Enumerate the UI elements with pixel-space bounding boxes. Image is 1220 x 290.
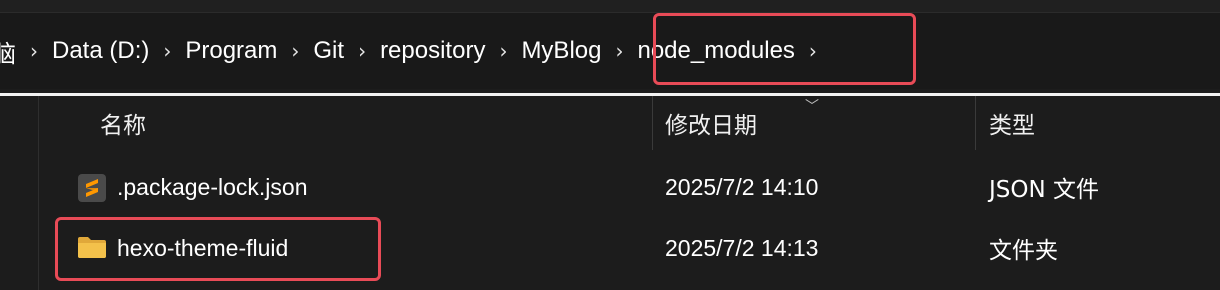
column-divider[interactable] bbox=[652, 96, 653, 150]
column-header-type-label: 类型 bbox=[989, 113, 1035, 139]
chevron-right-icon[interactable]: › bbox=[605, 39, 633, 63]
file-modified-date: 2025/7/2 14:13 bbox=[665, 234, 819, 261]
folder-icon bbox=[78, 237, 106, 258]
breadcrumb-item-git[interactable]: Git bbox=[309, 37, 348, 65]
sublime-json-icon bbox=[78, 174, 106, 202]
file-explorer-window: 脑 › Data (D:) › Program › Git › reposito… bbox=[0, 0, 1220, 290]
column-header-name[interactable]: 名称 bbox=[100, 96, 650, 150]
file-modified-date: 2025/7/2 14:10 bbox=[665, 173, 819, 200]
chevron-right-icon[interactable]: › bbox=[20, 39, 48, 63]
breadcrumb-item-repository[interactable]: repository bbox=[376, 37, 489, 65]
chevron-right-icon[interactable]: › bbox=[489, 39, 517, 63]
breadcrumb-item-myblog[interactable]: MyBlog bbox=[517, 37, 605, 65]
breadcrumb-item-program[interactable]: Program bbox=[181, 37, 281, 65]
column-header-modified[interactable]: 修改日期 bbox=[665, 96, 975, 150]
breadcrumb-item-computer[interactable]: 脑 bbox=[0, 34, 20, 69]
file-type: JSON 文件 bbox=[989, 177, 1100, 203]
file-name[interactable]: .package-lock.json bbox=[117, 157, 308, 217]
chevron-right-icon[interactable]: › bbox=[799, 39, 827, 63]
file-type: 文件夹 bbox=[989, 238, 1058, 264]
breadcrumb: 脑 › Data (D:) › Program › Git › reposito… bbox=[0, 13, 827, 89]
file-row[interactable]: .package-lock.json 2025/7/2 14:10 JSON 文… bbox=[39, 157, 1220, 217]
chevron-right-icon[interactable]: › bbox=[153, 39, 181, 63]
address-bar[interactable]: 脑 › Data (D:) › Program › Git › reposito… bbox=[0, 13, 1220, 89]
chevron-right-icon[interactable]: › bbox=[281, 39, 309, 63]
breadcrumb-item-node-modules[interactable]: node_modules bbox=[633, 37, 798, 65]
chevron-right-icon[interactable]: › bbox=[348, 39, 376, 63]
navigation-pane[interactable] bbox=[0, 96, 39, 290]
column-header-name-label: 名称 bbox=[100, 113, 146, 139]
toolbar-strip bbox=[0, 0, 1220, 13]
folder-name[interactable]: hexo-theme-fluid bbox=[117, 218, 288, 278]
column-divider[interactable] bbox=[975, 96, 976, 150]
file-list: 名称 ﹀ 修改日期 类型 .package-lock.json 2025/7/2… bbox=[39, 96, 1220, 290]
file-row[interactable]: hexo-theme-fluid 2025/7/2 14:13 文件夹 bbox=[39, 218, 1220, 278]
column-header-type[interactable]: 类型 bbox=[989, 96, 1209, 150]
breadcrumb-item-data-drive[interactable]: Data (D:) bbox=[48, 37, 153, 65]
column-header-modified-label: 修改日期 bbox=[665, 113, 757, 139]
